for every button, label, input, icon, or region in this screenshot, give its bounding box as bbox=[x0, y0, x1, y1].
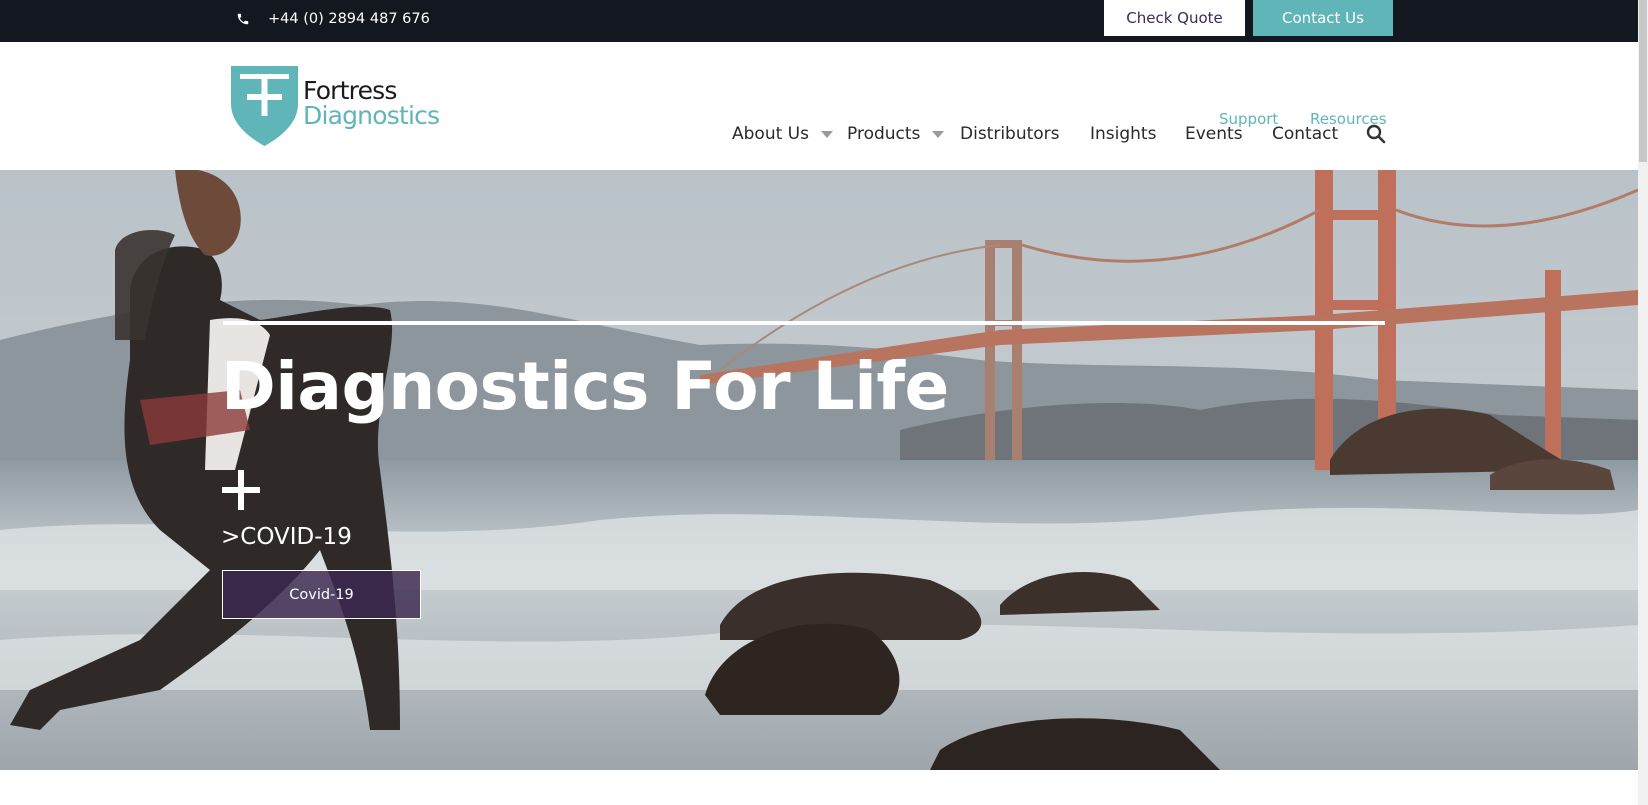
hero-divider bbox=[223, 321, 1385, 325]
hero-title: Diagnostics For Life bbox=[221, 348, 949, 425]
nav-item-about-us[interactable]: About Us bbox=[732, 124, 833, 144]
search-icon[interactable] bbox=[1366, 124, 1386, 144]
caret-down-icon bbox=[820, 130, 833, 138]
nav-item-events[interactable]: Events bbox=[1185, 124, 1243, 144]
logo-wordmark: Fortress Diagnostics bbox=[303, 76, 440, 130]
site-header: Fortress Diagnostics Support Resources A… bbox=[0, 42, 1638, 170]
check-quote-button[interactable]: Check Quote bbox=[1104, 0, 1245, 36]
logo-line-2: Diagnostics bbox=[303, 101, 440, 130]
scrollbar-thumb[interactable] bbox=[1639, 0, 1647, 162]
nav-item-distributors[interactable]: Distributors bbox=[960, 124, 1060, 144]
covid-19-button[interactable]: Covid-19 bbox=[222, 570, 421, 619]
caret-down-icon bbox=[932, 130, 945, 138]
nav-item-contact[interactable]: Contact bbox=[1272, 124, 1338, 144]
top-bar: +44 (0) 2894 487 676 Check Quote Contact… bbox=[0, 0, 1638, 42]
logo-line-1: Fortress bbox=[303, 76, 397, 105]
phone-icon bbox=[237, 13, 249, 25]
contact-us-button[interactable]: Contact Us bbox=[1253, 0, 1393, 36]
phone-number: +44 (0) 2894 487 676 bbox=[268, 11, 430, 27]
nav-item-insights[interactable]: Insights bbox=[1090, 124, 1156, 144]
phone-link[interactable]: +44 (0) 2894 487 676 bbox=[236, 0, 430, 38]
plus-icon bbox=[222, 470, 260, 510]
nav-item-products[interactable]: Products bbox=[847, 124, 945, 144]
nav-label: Products bbox=[847, 124, 921, 144]
page-scrollbar[interactable] bbox=[1638, 0, 1648, 805]
logo-link[interactable]: Fortress Diagnostics bbox=[231, 66, 446, 146]
hero-banner: Diagnostics For Life >COVID-19 Covid-19 bbox=[0, 170, 1638, 770]
shield-cross-logo-icon bbox=[231, 66, 298, 146]
hero-subheading: >COVID-19 bbox=[221, 524, 352, 550]
nav-label: About Us bbox=[732, 124, 809, 144]
